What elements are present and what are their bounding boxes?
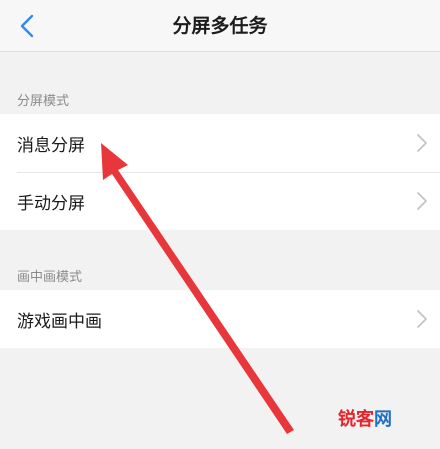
chevron-left-icon [20, 14, 34, 38]
list-item-manual-split[interactable]: 手动分屏 [0, 172, 440, 230]
navigation-bar: 分屏多任务 [0, 0, 440, 52]
page-title: 分屏多任务 [172, 15, 268, 37]
watermark-logo: 锐客网 [338, 405, 392, 431]
pip-mode-group: 游戏画中画 [0, 290, 440, 348]
section-label-split-mode: 分屏模式 [17, 94, 70, 109]
list-item-game-pip[interactable]: 游戏画中画 [0, 290, 440, 348]
list-item-label: 消息分屏 [17, 135, 85, 156]
split-mode-group: 消息分屏 手动分屏 [0, 114, 440, 230]
list-item-label: 游戏画中画 [17, 311, 102, 332]
list-item-message-split[interactable]: 消息分屏 [0, 114, 440, 172]
chevron-right-icon [417, 310, 427, 328]
watermark-text-red: 锐客 [338, 409, 374, 430]
chevron-right-icon [417, 192, 427, 210]
back-button[interactable] [12, 10, 42, 42]
chevron-right-icon [417, 134, 427, 152]
section-label-pip-mode: 画中画模式 [17, 270, 83, 285]
watermark-text-blue: 网 [374, 409, 392, 430]
list-item-label: 手动分屏 [17, 193, 85, 214]
